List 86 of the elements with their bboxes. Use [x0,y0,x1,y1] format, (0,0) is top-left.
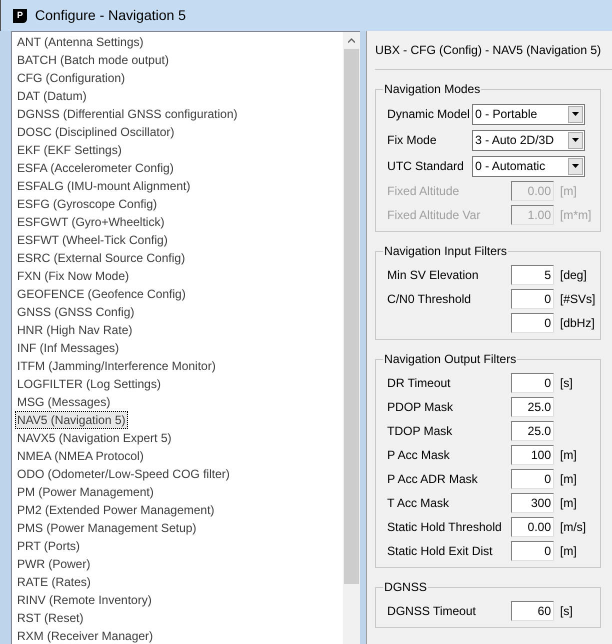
group-title: DGNSS [383,579,428,596]
list-item[interactable]: ITFM (Jamming/Interference Monitor) [15,357,218,375]
number-field[interactable]: 0.00 [511,517,554,537]
list-item[interactable]: ESFGWT (Gyro+Wheeltick) [15,213,166,231]
field-label: Fix Mode [387,132,438,149]
unit-label: [m] [560,448,577,462]
field-label: DR Timeout [387,375,452,392]
list-item[interactable]: ODO (Odometer/Low-Speed COG filter) [15,465,232,483]
unit-label: [#SVs] [560,292,596,306]
dropdown[interactable]: 3 - Auto 2D/3D [472,130,586,150]
unit-label: [m] [560,184,577,198]
list-item[interactable]: PM2 (Extended Power Management) [15,501,216,519]
field-label: PDOP Mask [387,399,454,416]
list-item[interactable]: DGNSS (Differential GNSS configuration) [15,105,240,123]
list-item[interactable]: GNSS (GNSS Config) [15,303,136,321]
scrollbar[interactable] [343,32,360,644]
field-label: T Acc Mask [387,495,450,512]
unit-label: [m/s] [560,520,586,534]
field-label: Fixed Altitude [387,183,460,200]
unit-label: [m*m] [560,208,592,222]
number-field[interactable]: 100 [511,445,554,465]
list-item[interactable]: PRT (Ports) [15,537,82,555]
number-field[interactable]: 60 [511,601,554,621]
list-item[interactable]: INF (Inf Messages) [15,339,122,357]
app-icon: P [13,8,27,22]
list-item[interactable]: NMEA (NMEA Protocol) [15,447,146,465]
scroll-up-icon[interactable] [348,38,356,43]
number-field[interactable]: 300 [511,493,554,513]
field-label: UTC Standard [387,158,465,175]
list-item[interactable]: RATE (Rates) [15,573,93,591]
number-field[interactable]: 0 [511,373,554,393]
list-item[interactable]: BATCH (Batch mode output) [15,51,171,69]
list-item[interactable]: NAVX5 (Navigation Expert 5) [15,429,174,447]
group-title: Navigation Input Filters [383,243,508,260]
list-item[interactable]: ESFALG (IMU-mount Alignment) [15,177,192,195]
list-item[interactable]: LOGFILTER (Log Settings) [15,375,163,393]
list-item[interactable]: HNR (High Nav Rate) [15,321,134,339]
list-item[interactable]: PMS (Power Management Setup) [15,519,198,537]
panel-header: UBX - CFG (Config) - NAV5 (Navigation 5) [375,42,601,59]
number-field[interactable]: 25.0 [511,397,554,417]
field-label: Static Hold Threshold [387,519,503,536]
number-field[interactable]: 5 [511,265,554,285]
list-item[interactable]: ANT (Antenna Settings) [15,33,146,51]
list-item[interactable]: RINV (Remote Inventory) [15,591,154,609]
list-item[interactable]: RXM (Receiver Manager) [15,627,156,644]
list-item[interactable]: PWR (Power) [15,555,92,573]
list-item[interactable]: RST (Reset) [15,609,86,627]
list-item[interactable]: ESFA (Accelerometer Config) [15,159,176,177]
list-item[interactable]: CFG (Configuration) [15,69,128,87]
number-field[interactable]: 0 [511,313,554,333]
number-field[interactable]: 25.0 [511,421,554,441]
window-title: Configure - Navigation 5 [35,6,186,25]
group-title: Navigation Output Filters [383,351,518,368]
unit-label: [deg] [560,268,587,282]
group-title: Navigation Modes [383,81,482,98]
unit-label: [m] [560,472,577,486]
unit-label: [m] [560,496,577,510]
field-label: Static Hold Exit Dist [387,543,494,560]
list-item[interactable]: DOSC (Disciplined Oscillator) [15,123,176,141]
list-item[interactable]: MSG (Messages) [15,393,112,411]
dropdown[interactable]: 0 - Automatic [472,156,586,176]
field-label: Fixed Altitude Var [387,207,482,224]
number-field[interactable]: 0 [511,469,554,489]
dropdown[interactable]: 0 - Portable [472,104,586,124]
list-item[interactable]: FXN (Fix Now Mode) [15,267,132,285]
number-field[interactable]: 0 [511,289,554,309]
unit-label: [s] [560,604,573,618]
field-label: Dynamic Model [387,106,471,123]
list-item[interactable]: ESFG (Gyroscope Config) [15,195,160,213]
list-item[interactable]: ESFWT (Wheel-Tick Config) [15,231,170,249]
list-item[interactable]: NAV5 (Navigation 5) [15,411,128,429]
field-label: DGNSS Timeout [387,603,477,620]
list-item[interactable]: DAT (Datum) [15,87,89,105]
list-item[interactable]: PM (Power Management) [15,483,156,501]
list-item[interactable]: GEOFENCE (Geofence Config) [15,285,188,303]
unit-label: [s] [560,376,573,390]
list-item[interactable]: EKF (EKF Settings) [15,141,124,159]
unit-label: [dbHz] [560,316,595,330]
number-field[interactable]: 0 [511,541,554,561]
field-label: Min SV Elevation [387,267,480,284]
field-label: TDOP Mask [387,423,454,440]
field-label: P Acc ADR Mask [387,471,479,488]
field-label: C/N0 Threshold [387,291,472,308]
list-item[interactable]: ESRC (External Source Config) [15,249,188,267]
field-label: P Acc Mask [387,447,451,464]
unit-label: [m] [560,544,577,558]
